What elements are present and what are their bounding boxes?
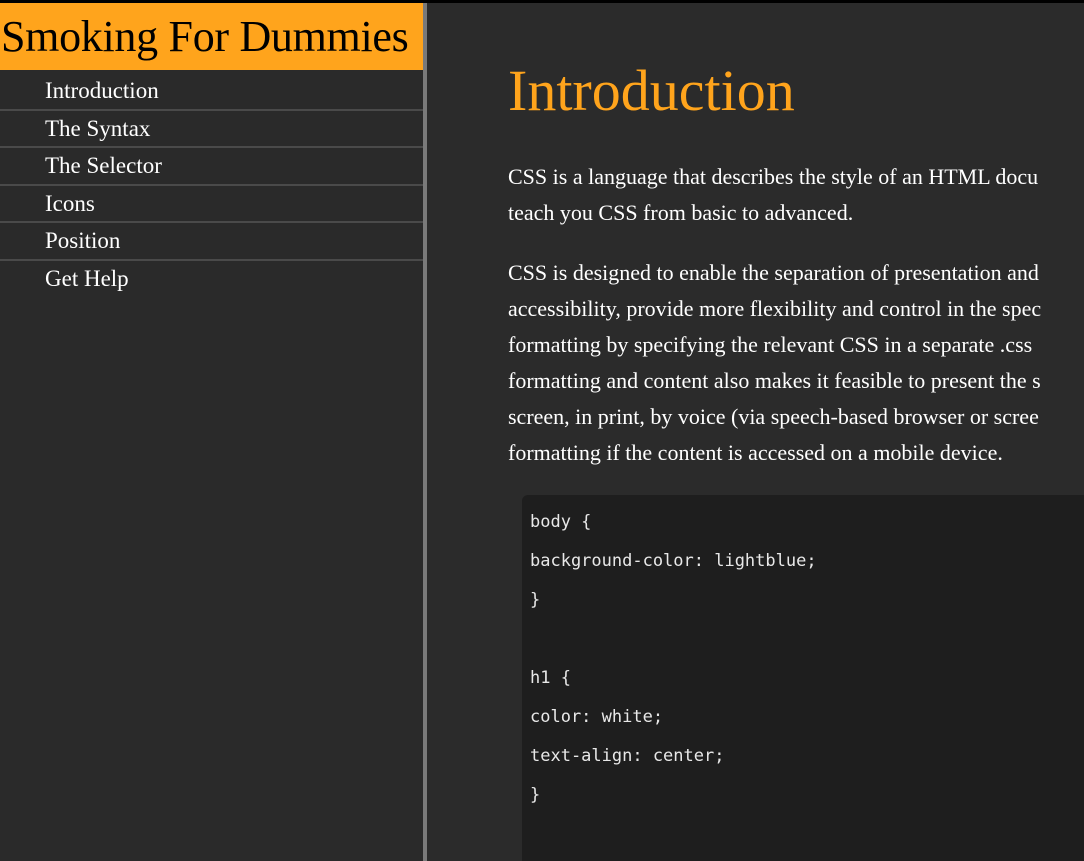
code-line: } bbox=[530, 590, 541, 610]
paragraph-line: accessibility, provide more flexibility … bbox=[508, 296, 1042, 321]
code-line: background-color: lightblue; bbox=[530, 551, 817, 571]
sidebar-item-icons[interactable]: Icons bbox=[0, 186, 423, 223]
sidebar-item-introduction[interactable]: Introduction bbox=[0, 73, 423, 111]
sidebar-item-the-selector[interactable]: The Selector bbox=[0, 148, 423, 186]
code-line: color: white; bbox=[530, 707, 664, 727]
paragraph-line: teach you CSS from basic to advanced. bbox=[508, 200, 854, 225]
intro-paragraph: CSS is a language that describes the sty… bbox=[508, 159, 1084, 231]
sidebar-item-get-help[interactable]: Get Help bbox=[0, 261, 423, 299]
page-title: Introduction bbox=[508, 58, 795, 123]
code-line: body { bbox=[530, 512, 592, 532]
paragraph-line: CSS is designed to enable the separation… bbox=[508, 260, 1039, 285]
paragraph-line: formatting if the content is accessed on… bbox=[508, 440, 1003, 465]
paragraph-line: screen, in print, by voice (via speech-b… bbox=[508, 404, 1039, 429]
code-example: body { background-color: lightblue;} h1 { c… bbox=[522, 495, 1084, 861]
main-content: Introduction CSS is a language that desc… bbox=[427, 3, 1084, 861]
paragraph-line: formatting and content also makes it fea… bbox=[508, 368, 1041, 393]
sidebar-item-position[interactable]: Position bbox=[0, 223, 423, 261]
sidebar-nav: Introduction The Syntax The Selector Ico… bbox=[0, 73, 423, 298]
site-title[interactable]: Smoking For Dummies bbox=[0, 3, 423, 70]
code-line: } bbox=[530, 785, 541, 805]
code-line: text-align: center; bbox=[530, 746, 725, 766]
separation-paragraph: CSS is designed to enable the separation… bbox=[508, 255, 1084, 471]
paragraph-line: CSS is a language that describes the sty… bbox=[508, 164, 1039, 189]
paragraph-line: formatting by specifying the relevant CS… bbox=[508, 332, 1033, 357]
sidebar: Smoking For Dummies Introduction The Syn… bbox=[0, 3, 423, 861]
sidebar-item-the-syntax[interactable]: The Syntax bbox=[0, 111, 423, 148]
code-line: h1 { bbox=[530, 668, 571, 688]
